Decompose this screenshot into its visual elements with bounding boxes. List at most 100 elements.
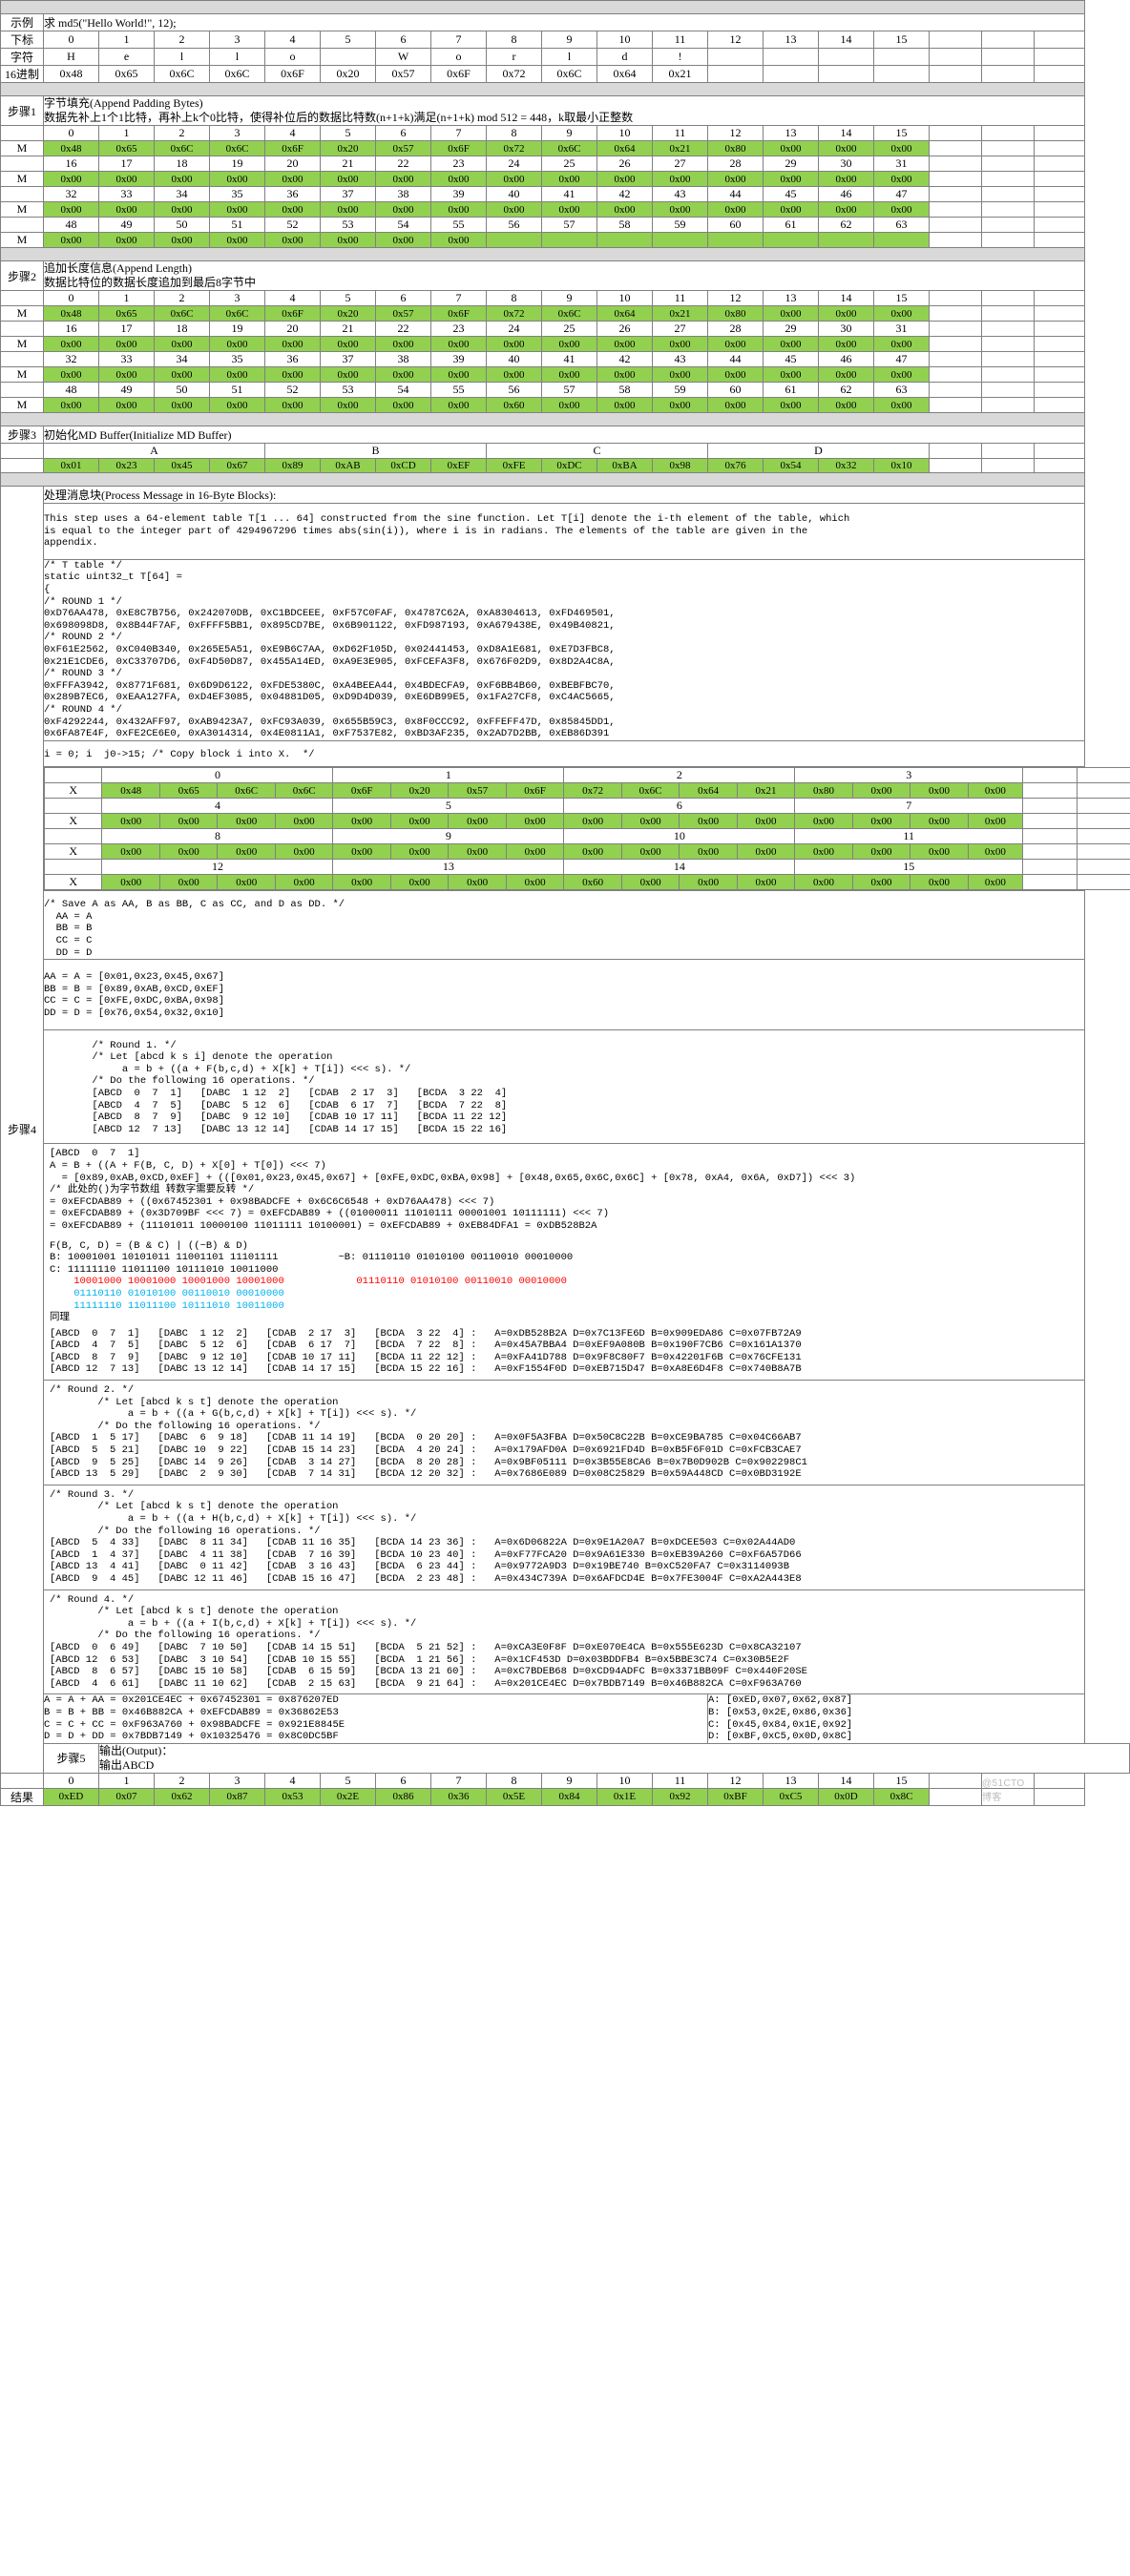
block-index-cell: 9 (541, 290, 597, 306)
block-index-cell: 20 (264, 321, 321, 337)
pad-cell (929, 1772, 982, 1789)
x-hex-cell: 0x00 (217, 813, 276, 830)
block-index-cell: 13 (763, 125, 819, 141)
charset-index-cell: 8 (486, 31, 542, 49)
charset-index-cell: 2 (154, 31, 210, 49)
block-index-cell: 6 (375, 290, 431, 306)
x-group-index: 15 (794, 859, 1024, 876)
pad-cell (1033, 156, 1086, 172)
pad-cell (929, 290, 982, 306)
step1-desc: 数据先补上1个1比特，再补上k个0比特，使得补位后的数据比特数(n+1+k)满足… (44, 111, 634, 124)
block-hex-cell: 0x6C (209, 305, 265, 322)
block-index-cell: 54 (375, 217, 431, 233)
block-index-cell: 12 (707, 125, 764, 141)
block-hex-cell: 0x00 (430, 201, 487, 218)
step1-table: 0 1 2 3 4 5 6 7 8 9 10 11 12 13 14 15 M 0x48 0x65 0x6C 0x6C 0… (0, 125, 1130, 248)
pad-cell (1033, 366, 1086, 383)
block-index-cell: 19 (209, 321, 265, 337)
charset-char-row: 字符 H e l l o W o r l d ! (0, 48, 1130, 66)
step3-header-row: 步骤3 初始化MD Buffer(Initialize MD Buffer) (0, 426, 1130, 444)
x-group-data-row: X 0x00 0x00 0x00 0x00 0x00 0x00 0x00 0x00 0x00 0x0… (43, 843, 1130, 861)
block-hex-cell: 0x00 (154, 336, 210, 352)
x-hex-cell: 0x00 (794, 874, 853, 891)
round3-result-2: [ABCD 13 4 41] [DABC 0 11 42] [CDAB 3 16… (50, 1561, 790, 1573)
result-hex-cell: 0xC5 (763, 1787, 819, 1806)
step4-header-row: 步骤4 处理消息块(Process Message in 16-Byte Blo… (0, 486, 1130, 1774)
block-hex-cell: 0x00 (375, 171, 431, 187)
charset-index-cell: 12 (707, 31, 764, 49)
block-index-cell: 46 (818, 186, 874, 202)
pad-cell (1033, 397, 1086, 413)
x-group-index: 4 (101, 798, 334, 815)
block-index-cell: 44 (707, 351, 764, 367)
pad-cell (981, 217, 1035, 233)
round2-result-0: [ABCD 1 5 17] [DABC 6 9 18] [CDAB 11 14 … (50, 1432, 802, 1444)
save-vars-values: AA = A = [0x01,0x23,0x45,0x67] BB = B = … (42, 959, 1086, 1030)
block-index-cell: 58 (596, 382, 653, 398)
md-buffer-cell: 0x89 (264, 458, 321, 473)
block-index-cell: 44 (707, 186, 764, 202)
block-index-cell: 62 (818, 217, 874, 233)
charset-index-cell: 7 (430, 31, 487, 49)
pad-cell (1033, 186, 1086, 202)
result-hex-cell: 0x53 (264, 1787, 321, 1806)
block-index-cell: 45 (763, 186, 819, 202)
x-hex-cell: 0x00 (679, 843, 738, 861)
block-index-cell: 43 (652, 351, 708, 367)
step1-title: 字节填充(Append Padding Bytes) (44, 96, 203, 110)
round2-result-2: [ABCD 9 5 25] [DABC 14 9 26] [CDAB 3 14 … (50, 1456, 807, 1468)
block-index-cell: 42 (596, 186, 653, 202)
step5-index-row: 0 1 2 3 4 5 6 7 8 9 10 11 12 13 14 15 (0, 1772, 1130, 1789)
block-index-cell: 43 (652, 186, 708, 202)
x-hex-cell: 0x00 (851, 843, 911, 861)
pad-cell (1033, 125, 1086, 141)
x-hex-cell: 0x6F (332, 782, 391, 800)
x-hex-cell: 0x00 (158, 813, 219, 830)
pad-cell (981, 156, 1035, 172)
pad-cell (1022, 859, 1078, 876)
charset-hex-cell: 0x20 (320, 65, 376, 83)
pad-cell (929, 351, 982, 367)
block-hex-cell (763, 232, 819, 248)
step5-result-row: 结果 0xED 0x07 0x62 0x87 0x53 0x2E 0x86 0x36 0x5E 0x… (0, 1778, 1130, 1806)
block-row-label: M (0, 366, 44, 383)
block-index-cell: 7 (430, 290, 487, 306)
abcd-calculation-cell: [ABCD 0 7 1] A = B + ((A + F(B, C, D) + … (42, 1143, 1086, 1381)
block-hex-cell: 0x00 (154, 366, 210, 383)
pad-cell (1022, 782, 1078, 800)
block-hex-cell: 0x00 (763, 366, 819, 383)
block-hex-cell: 0x00 (209, 232, 265, 248)
pad-cell (1022, 767, 1078, 784)
block-hex-cell: 0x00 (873, 305, 930, 322)
block-hex-cell: 0x00 (43, 171, 99, 187)
x-hex-cell: 0x6C (274, 782, 334, 800)
round3-result-0: [ABCD 5 4 33] [DABC 8 11 34] [CDAB 11 16… (50, 1537, 796, 1549)
row-label-empty (0, 125, 44, 141)
block-hex-cell: 0x00 (763, 305, 819, 322)
block-hex-cell: 0x00 (154, 201, 210, 218)
row-label-empty (0, 321, 44, 337)
x-group-index: 6 (563, 798, 796, 815)
block-index-cell: 41 (541, 186, 597, 202)
row-label-empty (0, 1772, 44, 1789)
charset-index-cell: 5 (320, 31, 376, 49)
block-index-cell: 29 (763, 156, 819, 172)
charset-hex-cell (818, 65, 874, 83)
x-group-header-row: 0123 (43, 767, 1130, 784)
pad-cell (1077, 767, 1130, 784)
block-data-row: M 0x00 0x00 0x00 0x00 0x00 0x00 0x00 0x00 0x00 0x0… (0, 336, 1130, 352)
step5-header-row: 步骤5 输出(Output)： 输出ABCD (1, 1742, 1130, 1774)
block-hex-cell (541, 232, 597, 248)
step5-subtitle: 输出ABCD (99, 1757, 155, 1772)
pad-cell (1033, 31, 1086, 49)
round4-operations: /* Round 4. */ /* Let [abcd k s t] denot… (50, 1593, 417, 1642)
block-index-cell: 39 (430, 351, 487, 367)
block-index-cell: 61 (763, 217, 819, 233)
x-hex-cell: 0x00 (851, 813, 911, 830)
block-index-cell: 18 (154, 156, 210, 172)
md-segment-d: D (707, 443, 930, 459)
block-index-cell: 32 (43, 351, 99, 367)
x-group-index: 8 (101, 828, 334, 845)
pad-cell (929, 125, 982, 141)
x-hex-cell: 0x00 (274, 874, 334, 891)
